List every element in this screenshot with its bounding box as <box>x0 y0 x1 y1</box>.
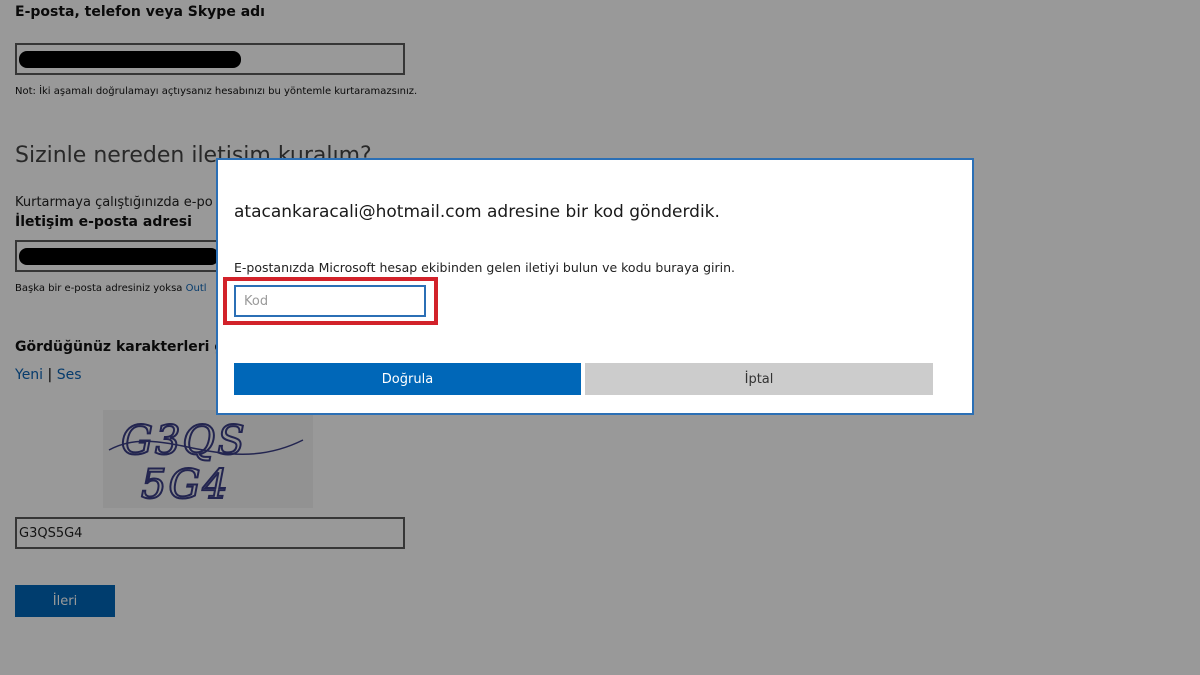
code-input[interactable] <box>234 285 426 317</box>
verification-dialog: atacankaracali@hotmail.com adresine bir … <box>216 158 974 415</box>
verify-button[interactable]: Doğrula <box>234 363 581 395</box>
dialog-instruction: E-postanızda Microsoft hesap ekibinden g… <box>234 260 736 275</box>
cancel-button[interactable]: İptal <box>585 363 933 395</box>
dialog-title: atacankaracali@hotmail.com adresine bir … <box>234 202 720 222</box>
